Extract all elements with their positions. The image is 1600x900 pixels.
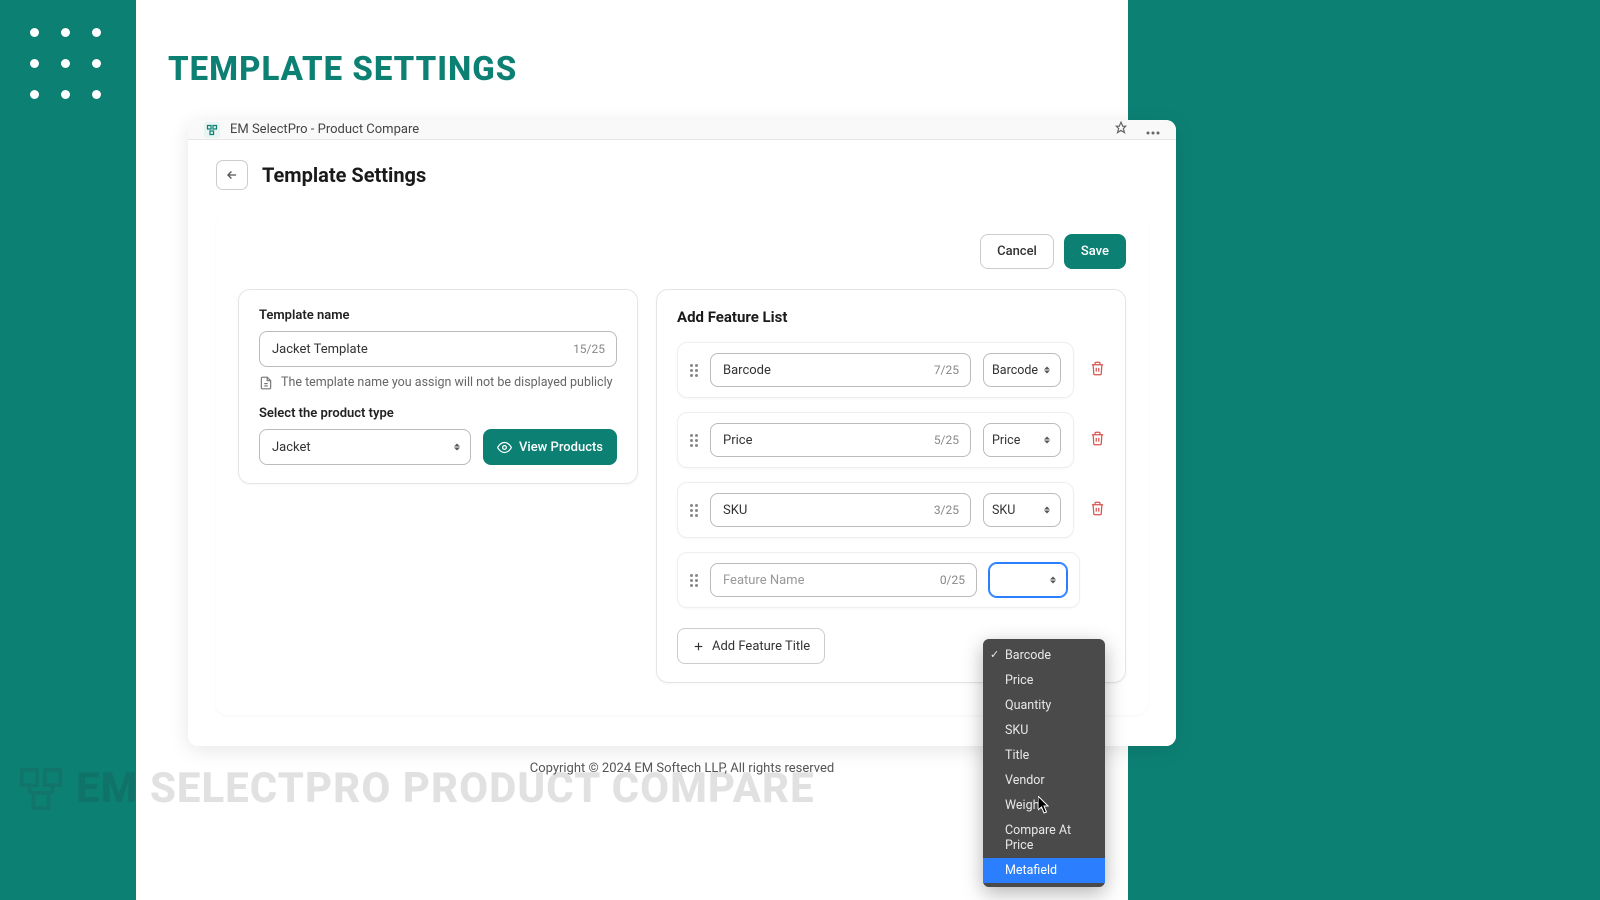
dropdown-item[interactable]: Quantity bbox=[983, 693, 1105, 718]
delete-feature-button[interactable] bbox=[1090, 501, 1105, 520]
feature-name-input[interactable] bbox=[710, 493, 971, 527]
drag-handle-icon[interactable] bbox=[690, 364, 698, 377]
save-button[interactable]: Save bbox=[1064, 234, 1126, 269]
page-head: Template Settings bbox=[188, 140, 1176, 204]
feature-type-select[interactable]: Barcode bbox=[983, 353, 1061, 387]
feature-list-card: Add Feature List 7/25 Barcode 5/25 bbox=[656, 289, 1126, 683]
dropdown-item[interactable]: Price bbox=[983, 668, 1105, 693]
template-name-hint: The template name you assign will not be… bbox=[259, 375, 617, 390]
template-card: Template name 15/25 The template name yo… bbox=[238, 289, 638, 484]
feature-list-title: Add Feature List bbox=[677, 308, 1105, 326]
delete-feature-button[interactable] bbox=[1090, 431, 1105, 450]
eye-icon bbox=[497, 440, 512, 455]
feature-name-input[interactable] bbox=[710, 563, 977, 597]
drag-handle-icon[interactable] bbox=[690, 434, 698, 447]
dropdown-item[interactable]: Title bbox=[983, 743, 1105, 768]
feature-type-select[interactable]: Price bbox=[983, 423, 1061, 457]
app-header: EM SelectPro - Product Compare bbox=[188, 120, 1176, 140]
feature-type-select[interactable]: SKU bbox=[983, 493, 1061, 527]
dropdown-item[interactable]: Metafield bbox=[983, 858, 1105, 883]
app-title: EM SelectPro - Product Compare bbox=[230, 122, 419, 137]
add-feature-button[interactable]: Add Feature Title bbox=[677, 628, 825, 664]
feature-type-dropdown: BarcodePriceQuantitySKUTitleVendorWeight… bbox=[983, 639, 1105, 887]
decorative-dots-br bbox=[1371, 767, 1442, 838]
back-button[interactable] bbox=[216, 160, 248, 190]
product-type-label: Select the product type bbox=[259, 406, 617, 421]
chevron-sort-icon bbox=[1044, 367, 1050, 374]
chevron-sort-icon bbox=[1044, 437, 1050, 444]
feature-row: 7/25 Barcode bbox=[677, 342, 1105, 398]
more-icon[interactable] bbox=[1146, 120, 1160, 139]
template-name-count: 15/25 bbox=[573, 342, 605, 356]
chevron-sort-icon bbox=[1050, 577, 1056, 584]
brand-watermark: EM SELECTPRO PRODUCT COMPARE bbox=[18, 764, 815, 813]
feature-name-count: 5/25 bbox=[934, 433, 959, 447]
product-type-select[interactable]: Jacket bbox=[259, 429, 471, 465]
feature-type-select[interactable] bbox=[989, 563, 1067, 597]
dropdown-item[interactable]: Vendor bbox=[983, 768, 1105, 793]
cursor-pointer-icon bbox=[1038, 796, 1052, 818]
feature-name-input[interactable] bbox=[710, 353, 971, 387]
feature-name-count: 0/25 bbox=[940, 573, 965, 587]
template-name-label: Template name bbox=[259, 308, 617, 323]
drag-handle-icon[interactable] bbox=[690, 574, 698, 587]
slide-heading: TEMPLATE SETTINGS bbox=[168, 50, 517, 89]
feature-name-count: 3/25 bbox=[934, 503, 959, 517]
feature-name-count: 7/25 bbox=[934, 363, 959, 377]
chevron-sort-icon bbox=[454, 444, 460, 451]
delete-feature-button[interactable] bbox=[1090, 361, 1105, 380]
cancel-button[interactable]: Cancel bbox=[980, 234, 1054, 269]
feature-row: 0/25 bbox=[677, 552, 1105, 608]
view-products-button[interactable]: View Products bbox=[483, 429, 617, 465]
feature-row: 5/25 Price bbox=[677, 412, 1105, 468]
chevron-sort-icon bbox=[1044, 507, 1050, 514]
plus-icon bbox=[692, 640, 705, 653]
app-logo-icon bbox=[204, 122, 220, 138]
app-window: EM SelectPro - Product Compare Template … bbox=[188, 120, 1176, 746]
page-title: Template Settings bbox=[262, 163, 426, 187]
feature-row: 3/25 SKU bbox=[677, 482, 1105, 538]
feature-name-input[interactable] bbox=[710, 423, 971, 457]
doc-icon bbox=[259, 376, 273, 390]
decorative-dots-tl bbox=[30, 28, 101, 99]
dropdown-item[interactable]: Barcode bbox=[983, 643, 1105, 668]
dropdown-item[interactable]: SKU bbox=[983, 718, 1105, 743]
pin-icon[interactable] bbox=[1114, 120, 1128, 139]
drag-handle-icon[interactable] bbox=[690, 504, 698, 517]
dropdown-item[interactable]: Compare At Price bbox=[983, 818, 1105, 858]
template-name-input[interactable] bbox=[259, 331, 617, 367]
brand-icon bbox=[18, 766, 64, 812]
